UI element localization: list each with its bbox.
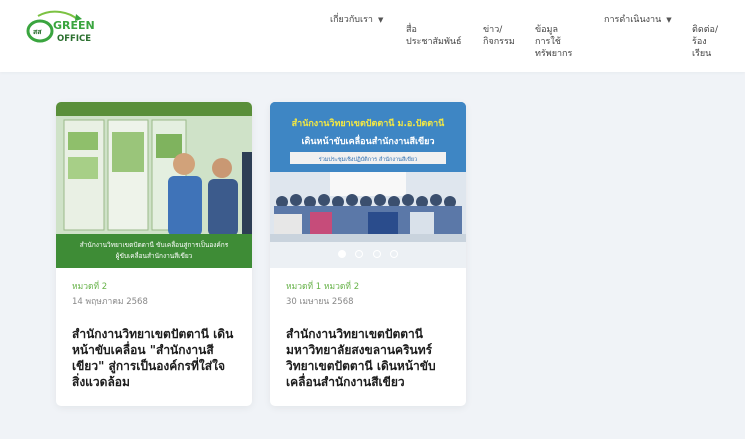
carousel-dot[interactable] xyxy=(389,249,398,258)
site-header: สส GREEN OFFICE เกี่ยวกับเรา ▼ สื่อ ประชา… xyxy=(0,0,745,72)
post-card[interactable]: สำนักงานวิทยาเขตปัตตานี ม.อ.ปัตตานี เดิน… xyxy=(270,102,466,406)
nav-about[interactable]: เกี่ยวกับเรา ▼ xyxy=(330,14,383,26)
nav-operations-label: การดำเนินงาน xyxy=(604,15,662,25)
nav-media[interactable]: สื่อ ประชาสัมพันธ์ xyxy=(406,12,462,48)
nav-resources-label: ข้อมูลการใช้ ทรัพยากร xyxy=(535,25,573,59)
post-category[interactable]: หมวดที่ 2 xyxy=(72,281,236,293)
nav-resources[interactable]: ข้อมูลการใช้ ทรัพยากร xyxy=(535,12,572,60)
nav-contact[interactable]: ติดต่อ/ ร้อง เรียน xyxy=(692,12,718,60)
post-thumbnail[interactable]: สำนักงานวิทยาเขตปัตตานี ขับเคลื่อนสู่การ… xyxy=(56,102,252,268)
post-date: 14 พฤษภาคม 2568 xyxy=(72,297,148,307)
logo-office-text: OFFICE xyxy=(57,34,91,44)
chevron-down-icon: ▼ xyxy=(377,16,384,24)
nav-contact-label: ติดต่อ/ ร้อง เรียน xyxy=(692,25,718,59)
post-title[interactable]: สำนักงานวิทยาเขตปัตตานี มหาวิทยาลัยสงขลา… xyxy=(286,326,450,390)
nav-news-label: ข่าว/ กิจกรรม xyxy=(483,25,515,47)
nav-operations[interactable]: การดำเนินงาน ▼ xyxy=(604,14,672,26)
post-card[interactable]: สำนักงานวิทยาเขตปัตตานี ขับเคลื่อนสู่การ… xyxy=(56,102,252,406)
chevron-down-icon: ▼ xyxy=(666,16,672,24)
thumbnail-subheading: ร่วมประชุมเชิงปฏิบัติการ สำนักงานสีเขียว xyxy=(319,156,417,163)
carousel-dot[interactable] xyxy=(355,249,364,258)
carousel-dot[interactable] xyxy=(338,249,347,258)
nav-media-label: สื่อ ประชาสัมพันธ์ xyxy=(406,25,462,47)
logo-green-text: GREEN xyxy=(53,19,95,32)
nav-news[interactable]: ข่าว/ กิจกรรม xyxy=(483,12,515,48)
logo-prefix: สส xyxy=(33,28,42,36)
thumbnail-caption-line2: ผู้ขับเคลื่อนสำนักงานสีเขียว xyxy=(116,251,193,260)
thumbnail-heading-line1: สำนักงานวิทยาเขตปัตตานี ม.อ.ปัตตานี xyxy=(292,118,446,129)
thumbnail-caption-line1: สำนักงานวิทยาเขตปัตตานี ขับเคลื่อนสู่การ… xyxy=(80,240,229,249)
post-date: 30 เมษายน 2568 xyxy=(286,297,354,307)
carousel-indicators xyxy=(270,243,466,262)
post-title[interactable]: สำนักงานวิทยาเขตปัตตานี เดินหน้าขับเคลื่… xyxy=(72,326,236,390)
carousel-dot[interactable] xyxy=(372,249,381,258)
post-category[interactable]: หมวดที่ 1 หมวดที่ 2 xyxy=(286,281,450,293)
green-office-logo[interactable]: สส GREEN OFFICE xyxy=(26,10,104,48)
nav-about-label: เกี่ยวกับเรา xyxy=(330,15,373,25)
post-thumbnail[interactable]: สำนักงานวิทยาเขตปัตตานี ม.อ.ปัตตานี เดิน… xyxy=(270,102,466,268)
